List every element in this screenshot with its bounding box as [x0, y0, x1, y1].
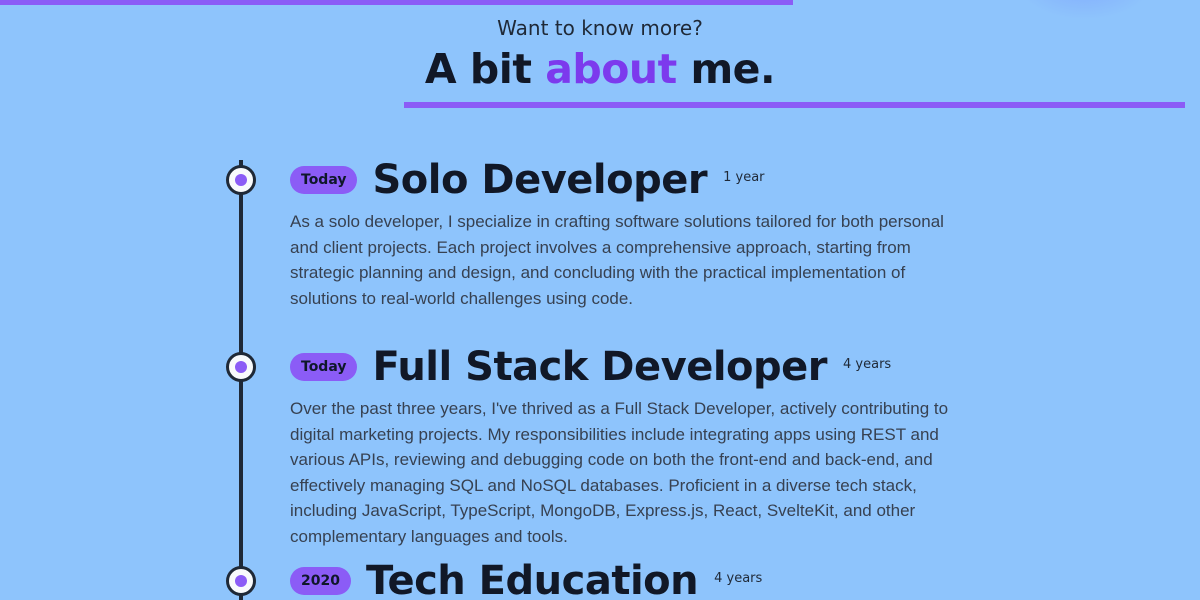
period-badge: Today — [290, 166, 358, 194]
timeline-node-dot — [235, 174, 247, 186]
timeline-entry-solo-developer: Today Solo Developer 1 year As a solo de… — [290, 155, 970, 311]
timeline-entry-full-stack-developer: Today Full Stack Developer 4 years Over … — [290, 342, 970, 549]
timeline-node — [226, 165, 256, 195]
title-part-1: A bit — [424, 45, 546, 93]
timeline-node-dot — [235, 361, 247, 373]
role-title: Solo Developer — [372, 157, 708, 203]
role-title: Full Stack Developer — [372, 344, 828, 390]
timeline-entry-tech-education: 2020 Tech Education 4 years — [290, 556, 970, 600]
title-underline-bar — [404, 102, 1185, 108]
duration-label: 1 year — [723, 169, 765, 185]
about-section: Want to know more? A bit about me. Today… — [0, 0, 1200, 600]
title-part-2: me. — [676, 45, 776, 93]
title-accent-word: about — [545, 45, 677, 93]
timeline-node — [226, 352, 256, 382]
duration-label: 4 years — [714, 570, 763, 586]
role-title: Tech Education — [365, 558, 699, 600]
timeline-node-dot — [235, 575, 247, 587]
role-description: Over the past three years, I've thrived … — [290, 399, 949, 546]
period-badge: 2020 — [290, 567, 351, 595]
top-accent-bar — [0, 0, 793, 5]
section-subtitle: Want to know more? — [497, 16, 703, 40]
role-description: As a solo developer, I specialize in cra… — [290, 212, 944, 308]
duration-label: 4 years — [843, 356, 892, 372]
period-badge: Today — [290, 353, 358, 381]
section-title: A bit about me. — [0, 45, 1200, 93]
timeline-node — [226, 566, 256, 596]
